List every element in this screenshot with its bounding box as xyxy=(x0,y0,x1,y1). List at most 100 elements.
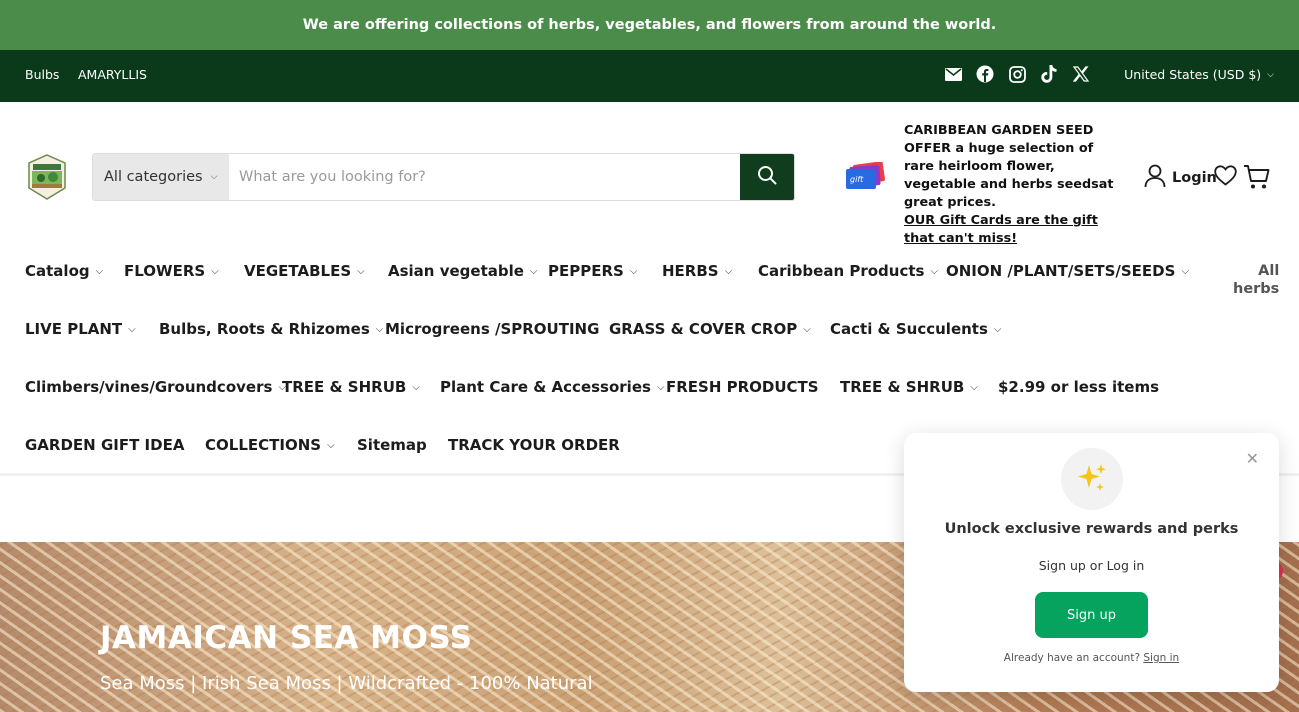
nav-label: FLOWERS xyxy=(124,262,206,280)
search-button[interactable] xyxy=(740,154,794,200)
sign-in-link[interactable]: Sign in xyxy=(1143,652,1179,664)
nav-item-onion[interactable]: ONION /PLANT/SETS/SEEDS ⌵ xyxy=(946,262,1189,280)
gift-card-link[interactable]: OUR Gift Cards are the gift that can't m… xyxy=(904,212,1114,248)
nav-label: Bulbs, Roots & Rhizomes xyxy=(159,320,370,338)
close-icon[interactable]: ✕ xyxy=(1246,449,1259,468)
nav-label: Plant Care & Accessories xyxy=(440,378,651,396)
store-logo[interactable] xyxy=(27,154,67,200)
announcement-text: We are offering collections of herbs, ve… xyxy=(302,17,997,33)
wishlist-button[interactable] xyxy=(1214,165,1237,190)
chevron-down-icon: ⌵ xyxy=(210,172,218,182)
chevron-down-icon: ⌵ xyxy=(1181,265,1190,277)
nav-item-caribbean-products[interactable]: Caribbean Products ⌵ xyxy=(758,262,938,280)
nav-label: PEPPERS xyxy=(548,262,624,280)
login-link[interactable]: Login xyxy=(1144,164,1217,192)
nav-label: TREE & SHRUB xyxy=(282,378,407,396)
search-input[interactable] xyxy=(229,154,740,200)
nav-label: LIVE PLANT xyxy=(25,320,123,338)
nav-label: Cacti & Succulents xyxy=(830,320,988,338)
nav-label: FRESH PRODUCTS xyxy=(666,378,819,396)
nav-item-climbers[interactable]: Climbers/vines/Groundcovers ⌵ xyxy=(25,378,286,396)
nav-item-catalog[interactable]: Catalog ⌵ xyxy=(25,262,103,280)
utility-bar: Bulbs AMARYLLIS United States (USD $) ⌵ xyxy=(0,50,1299,102)
promo-block: CARIBBEAN GARDEN SEED OFFER a huge selec… xyxy=(904,122,1114,248)
utility-link-amaryllis[interactable]: AMARYLLIS xyxy=(78,67,147,82)
x-icon[interactable] xyxy=(1071,64,1091,84)
chevron-down-icon: ⌵ xyxy=(629,265,638,277)
nav-item-bulbs-roots[interactable]: Bulbs, Roots & Rhizomes ⌵ xyxy=(159,320,383,338)
chevron-down-icon: ⌵ xyxy=(970,381,978,393)
chevron-down-icon: ⌵ xyxy=(529,265,538,277)
tiktok-icon[interactable] xyxy=(1039,64,1059,84)
chevron-down-icon: ⌵ xyxy=(327,439,335,451)
nav-item-track-order[interactable]: TRACK YOUR ORDER xyxy=(448,436,620,454)
nav-label: ONION /PLANT/SETS/SEEDS xyxy=(946,262,1176,280)
nav-item-sitemap[interactable]: Sitemap xyxy=(357,436,427,454)
facebook-icon[interactable] xyxy=(975,64,995,84)
search-bar: All categories ⌵ xyxy=(92,153,795,201)
instagram-icon[interactable] xyxy=(1007,64,1027,84)
nav-label: Sitemap xyxy=(357,436,427,454)
chevron-down-icon: ⌵ xyxy=(128,323,136,335)
nav-item-herbs[interactable]: HERBS ⌵ xyxy=(662,262,732,280)
hero-title: JAMAICAN SEA MOSS xyxy=(100,620,473,656)
cart-button[interactable] xyxy=(1243,164,1270,194)
promo-text: CARIBBEAN GARDEN SEED OFFER a huge selec… xyxy=(904,123,1114,210)
user-icon xyxy=(1144,164,1166,192)
category-select[interactable]: All categories ⌵ xyxy=(93,154,229,200)
nav-label: TREE & SHRUB xyxy=(840,378,965,396)
nav-label: GARDEN GIFT IDEA xyxy=(25,436,185,454)
nav-label: Catalog xyxy=(25,262,90,280)
nav-item-grass-cover-crop[interactable]: GRASS & COVER CROP ⌵ xyxy=(609,320,811,338)
chevron-down-icon: ⌵ xyxy=(993,323,1002,335)
nav-label: Climbers/vines/Groundcovers xyxy=(25,378,273,396)
gift-card-image[interactable]: gift xyxy=(844,161,886,190)
nav-item-plant-care[interactable]: Plant Care & Accessories ⌵ xyxy=(440,378,665,396)
nav-label: HERBS xyxy=(662,262,719,280)
nav-label: Caribbean Products xyxy=(758,262,925,280)
nav-all-herbs[interactable]: All herbs xyxy=(1233,262,1279,298)
popup-title: Unlock exclusive rewards and perks xyxy=(944,521,1239,537)
svg-text:gift: gift xyxy=(850,175,864,184)
nav-item-garden-gift-idea[interactable]: GARDEN GIFT IDEA xyxy=(25,436,184,454)
chevron-down-icon: ⌵ xyxy=(656,381,665,393)
sign-up-button[interactable]: Sign up xyxy=(1035,592,1148,638)
nav-item-live-plant[interactable]: LIVE PLANT ⌵ xyxy=(25,320,136,338)
rewards-popup: ✕ Unlock exclusive rewards and perks Sig… xyxy=(904,433,1279,692)
nav-item-299-items[interactable]: $2.99 or less items xyxy=(998,378,1159,396)
nav-label: VEGETABLES xyxy=(244,262,352,280)
nav-label: Asian vegetable xyxy=(388,262,524,280)
nav-item-tree-shrub-2[interactable]: TREE & SHRUB ⌵ xyxy=(840,378,978,396)
heart-icon xyxy=(1214,165,1237,190)
search-icon xyxy=(757,165,777,189)
utility-link-bulbs[interactable]: Bulbs xyxy=(25,67,59,82)
email-icon[interactable] xyxy=(943,64,963,84)
chevron-down-icon: ⌵ xyxy=(1267,69,1274,80)
cart-icon xyxy=(1243,165,1270,194)
currency-label: United States (USD $) xyxy=(1124,67,1262,82)
announcement-bar: We are offering collections of herbs, ve… xyxy=(0,0,1299,50)
nav-label: Microgreens /SPROUTING xyxy=(385,320,600,338)
nav-all-label-1: All xyxy=(1258,263,1280,279)
hero-subtitle: Sea Moss | Irish Sea Moss | Wildcrafted … xyxy=(100,673,593,694)
popup-footer-text: Already have an account? xyxy=(1003,652,1141,664)
nav-item-asian-vegetable[interactable]: Asian vegetable ⌵ xyxy=(388,262,538,280)
nav-item-fresh-products[interactable]: FRESH PRODUCTS xyxy=(666,378,819,396)
login-label: Login xyxy=(1172,170,1217,186)
chevron-down-icon: ⌵ xyxy=(930,265,939,277)
currency-selector[interactable]: United States (USD $) ⌵ xyxy=(1124,67,1274,82)
nav-item-flowers[interactable]: FLOWERS ⌵ xyxy=(124,262,219,280)
chevron-down-icon: ⌵ xyxy=(724,265,733,277)
nav-item-peppers[interactable]: PEPPERS ⌵ xyxy=(548,262,637,280)
chevron-down-icon: ⌵ xyxy=(95,265,104,277)
sparkle-icon xyxy=(1061,448,1123,510)
chevron-down-icon: ⌵ xyxy=(803,323,811,335)
nav-item-microgreens[interactable]: Microgreens /SPROUTING xyxy=(385,320,599,338)
nav-item-tree-shrub[interactable]: TREE & SHRUB ⌵ xyxy=(282,378,420,396)
nav-item-vegetables[interactable]: VEGETABLES ⌵ xyxy=(244,262,365,280)
nav-label: $2.99 or less items xyxy=(998,378,1160,396)
nav-all-label-2: herbs xyxy=(1233,281,1280,297)
nav-item-collections[interactable]: COLLECTIONS ⌵ xyxy=(205,436,335,454)
category-select-label: All categories xyxy=(104,169,203,185)
nav-item-cacti-succulents[interactable]: Cacti & Succulents ⌵ xyxy=(830,320,1002,338)
